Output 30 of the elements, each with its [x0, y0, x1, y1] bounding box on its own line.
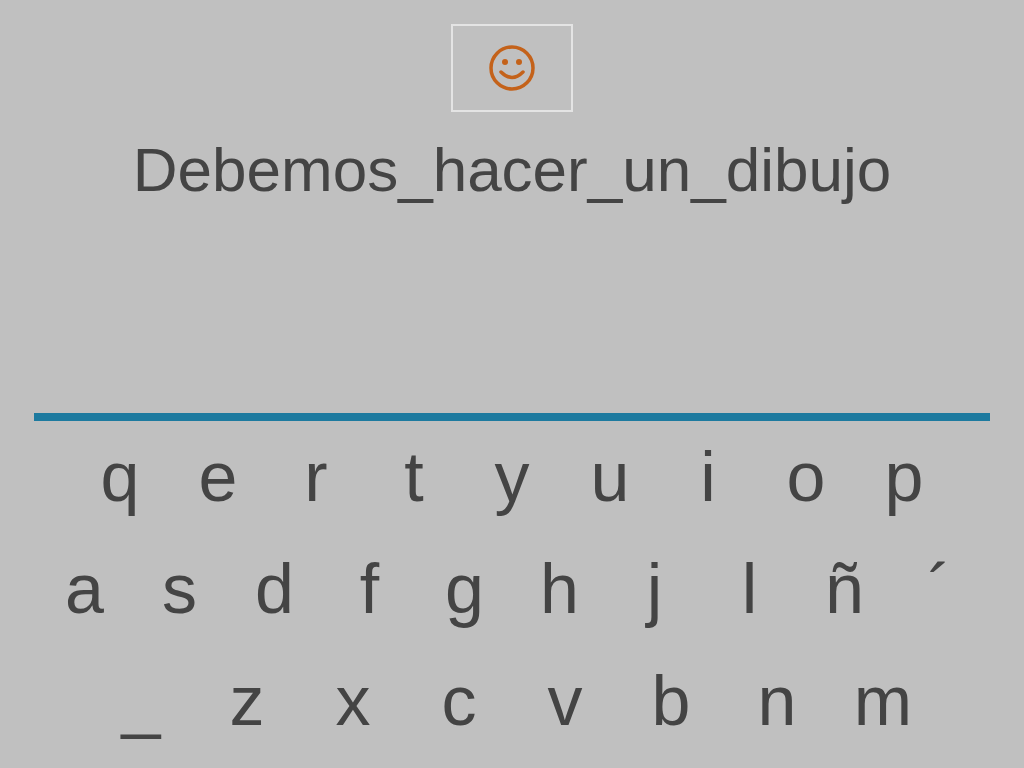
letter-key[interactable]: e — [169, 421, 267, 533]
letter-key[interactable]: _ — [88, 645, 194, 757]
letter-key[interactable]: d — [227, 533, 322, 645]
letter-key[interactable]: u — [561, 421, 659, 533]
letter-key[interactable]: q — [71, 421, 169, 533]
letter-key[interactable]: v — [512, 645, 618, 757]
letter-key[interactable]: m — [830, 645, 936, 757]
letter-key[interactable]: l — [702, 533, 797, 645]
letter-key[interactable]: n — [724, 645, 830, 757]
letter-key[interactable]: s — [132, 533, 227, 645]
letter-key[interactable]: f — [322, 533, 417, 645]
hint-button[interactable] — [451, 24, 573, 112]
sentence-text: Debemos_hacer_un_dibujo — [132, 134, 892, 206]
letter-key[interactable]: x — [300, 645, 406, 757]
smiley-icon — [487, 43, 537, 93]
letter-key[interactable]: ´ — [892, 533, 987, 645]
letter-key[interactable]: b — [618, 645, 724, 757]
letter-key[interactable]: a — [37, 533, 132, 645]
letter-key[interactable]: h — [512, 533, 607, 645]
letter-key[interactable]: c — [406, 645, 512, 757]
letter-key[interactable]: p — [855, 421, 953, 533]
letter-key[interactable]: t — [365, 421, 463, 533]
letter-key[interactable]: ñ — [797, 533, 892, 645]
letter-key[interactable]: o — [757, 421, 855, 533]
letter-key[interactable]: j — [607, 533, 702, 645]
letter-key[interactable]: y — [463, 421, 561, 533]
letter-key[interactable]: z — [194, 645, 300, 757]
letter-key[interactable]: i — [659, 421, 757, 533]
letter-key[interactable]: r — [267, 421, 365, 533]
letter-key[interactable]: g — [417, 533, 512, 645]
